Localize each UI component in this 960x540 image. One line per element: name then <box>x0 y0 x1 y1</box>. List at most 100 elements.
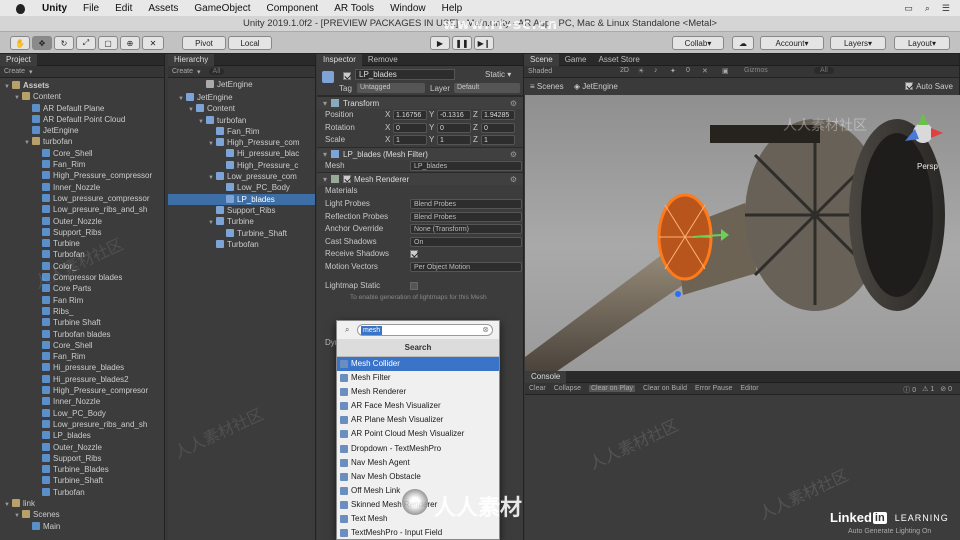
project-item[interactable]: High_Pressure_compresor <box>0 385 164 396</box>
project-item[interactable]: Support_Ribs <box>0 453 164 464</box>
warning-count[interactable]: ⚠ 1 <box>922 385 934 395</box>
apple-icon[interactable] <box>14 2 28 14</box>
pause-icon[interactable]: ❚❚ <box>452 36 472 50</box>
tab-console[interactable]: Console <box>525 370 567 383</box>
project-item[interactable]: Inner_Nozzle <box>0 182 164 193</box>
project-item[interactable]: Turbofan <box>0 487 164 498</box>
move-gizmo-blue[interactable] <box>675 291 681 297</box>
mesh-renderer-header[interactable]: ▾ Mesh Renderer ⚙ <box>317 172 523 186</box>
expand-arrow-icon[interactable]: ▼ <box>178 94 186 103</box>
tag-dropdown[interactable]: Untagged <box>357 83 425 93</box>
tab-game[interactable]: Game <box>559 54 593 66</box>
breadcrumb-jetengine[interactable]: ◈ JetEngine <box>574 82 618 91</box>
renderer-prop-dropdown[interactable]: Blend Probes <box>410 198 522 209</box>
transform-tool-icon[interactable]: ⊕ <box>120 36 140 50</box>
hierarchy-item[interactable]: Hi_pressure_blac <box>168 148 315 159</box>
popup-item[interactable]: TextMeshPro - Input Field <box>337 526 499 540</box>
project-item[interactable]: Compressor blades <box>0 272 164 283</box>
menu-window[interactable]: Window <box>382 3 434 14</box>
receive-shadows-checkbox[interactable] <box>410 250 418 259</box>
project-item[interactable]: Inner_Nozzle <box>0 396 164 407</box>
hierarchy-create-button[interactable]: Create <box>172 68 193 75</box>
hierarchy-item[interactable]: Support_Ribs <box>168 205 315 216</box>
project-item[interactable]: ▼ Content <box>0 91 164 102</box>
renderer-prop-dropdown[interactable]: None (Transform) <box>410 224 522 235</box>
search-icon[interactable]: ⌕ <box>925 3 930 14</box>
popup-item[interactable]: AR Plane Mesh Visualizer <box>337 413 499 427</box>
popup-item-selected[interactable]: Mesh Collider <box>337 357 499 372</box>
hierarchy-item[interactable]: Fan_Rim <box>168 126 315 137</box>
play-icon[interactable]: ▶ <box>430 36 450 50</box>
active-checkbox[interactable] <box>343 72 351 80</box>
layer-dropdown[interactable]: Default <box>454 83 520 93</box>
transform-header[interactable]: ▾ Transform ⚙ <box>317 96 523 109</box>
tab-asset-store[interactable]: Asset Store <box>592 54 645 66</box>
project-item[interactable]: Support_Ribs <box>0 227 164 238</box>
menu-ar-tools[interactable]: AR Tools <box>326 3 382 14</box>
expand-arrow-icon[interactable]: ▼ <box>188 105 196 114</box>
clear-search-icon[interactable]: ⊗ <box>482 325 489 334</box>
rotate-tool-icon[interactable]: ↻ <box>54 36 74 50</box>
materials-row[interactable]: Materials <box>317 185 523 198</box>
gizmos-dropdown[interactable]: Gizmos <box>744 67 768 74</box>
console-clear-on-build-button[interactable]: Clear on Build <box>643 385 687 392</box>
list-icon[interactable]: ☰ <box>942 3 950 14</box>
menu-help[interactable]: Help <box>434 3 471 14</box>
scene-viewport[interactable]: Persp 人人素材社区 <box>525 95 960 371</box>
console-error-pause-button[interactable]: Error Pause <box>695 385 732 392</box>
project-item[interactable]: Turbine_Blades <box>0 464 164 475</box>
account-dropdown[interactable]: Account ▾ <box>760 36 824 50</box>
popup-search-input[interactable]: mesh ⊗ <box>357 324 493 336</box>
project-item[interactable]: ▼ turbofan <box>0 136 164 147</box>
custom-tool-icon[interactable]: ✕ <box>142 36 164 50</box>
project-item[interactable]: High_Pressure_compressor <box>0 170 164 181</box>
screen-icon[interactable]: ▭ <box>904 3 913 14</box>
project-item[interactable]: Main <box>0 521 164 532</box>
hierarchy-scene-row[interactable]: JetEngine <box>168 78 315 92</box>
light-icon[interactable]: ☀ <box>638 67 644 75</box>
project-item[interactable]: Hi_pressure_blades <box>0 362 164 373</box>
project-item[interactable]: Core_Shell <box>0 148 164 159</box>
project-item[interactable]: AR Default Plane <box>0 103 164 114</box>
console-editor-dropdown[interactable]: Editor <box>740 385 758 392</box>
menu-gameobject[interactable]: GameObject <box>186 3 258 14</box>
error-count[interactable]: ⊘ 0 <box>940 385 952 395</box>
project-item[interactable]: Fan_Rim <box>0 351 164 362</box>
scene-search-input[interactable]: All <box>814 67 834 74</box>
project-item[interactable]: ▼ link <box>0 498 164 509</box>
console-clear-button[interactable]: Clear <box>529 385 546 392</box>
rect-tool-icon[interactable]: ▢ <box>98 36 118 50</box>
expand-arrow-icon[interactable]: ▼ <box>24 138 32 147</box>
popup-item[interactable]: AR Point Cloud Mesh Visualizer <box>337 427 499 441</box>
layout-dropdown[interactable]: Layout ▾ <box>894 36 950 50</box>
auto-save-toggle[interactable]: Auto Save <box>905 78 953 95</box>
scale-z-field[interactable]: 1 <box>481 135 515 146</box>
rotation-z-field[interactable]: 0 <box>481 122 515 133</box>
project-item[interactable]: AR Default Point Cloud <box>0 114 164 125</box>
project-item[interactable]: Low_pressure_compressor <box>0 193 164 204</box>
renderer-prop-dropdown[interactable]: On <box>410 236 522 247</box>
breadcrumb-scenes[interactable]: ≡ Scenes <box>530 82 564 91</box>
project-item[interactable]: Low_presure_ribs_and_sh <box>0 419 164 430</box>
project-root[interactable]: ▼ Assets <box>0 80 164 91</box>
menu-component[interactable]: Component <box>259 3 327 14</box>
project-item[interactable]: Fan Rim <box>0 295 164 306</box>
hierarchy-item-selected[interactable]: LP_blades <box>168 193 315 205</box>
mesh-filter-header[interactable]: ▾ LP_blades (Mesh Filter) ⚙ <box>317 146 523 160</box>
popup-item[interactable]: Dropdown - TextMeshPro <box>337 442 499 456</box>
position-z-field[interactable]: 1.94285 <box>481 110 515 120</box>
mesh-field[interactable]: LP_blades <box>410 160 522 171</box>
project-item[interactable]: Turbine_Shaft <box>0 475 164 486</box>
renderer-prop-dropdown[interactable]: Per Object Motion <box>410 261 522 272</box>
expand-arrow-icon[interactable]: ▼ <box>14 93 22 102</box>
tab-project[interactable]: Project <box>0 53 37 66</box>
popup-item[interactable]: Mesh Renderer <box>337 385 499 399</box>
hierarchy-item[interactable]: ▼ Content <box>168 103 315 114</box>
scale-y-field[interactable]: 1 <box>437 135 471 146</box>
project-item[interactable]: LP_blades <box>0 430 164 441</box>
tab-inspector[interactable]: Inspector <box>317 53 362 66</box>
hierarchy-item[interactable]: ▼ High_Pressure_com <box>168 137 315 148</box>
position-x-field[interactable]: 1.16756 <box>393 110 427 120</box>
collab-button[interactable]: Collab ▾ <box>672 36 724 50</box>
menu-edit[interactable]: Edit <box>107 3 140 14</box>
